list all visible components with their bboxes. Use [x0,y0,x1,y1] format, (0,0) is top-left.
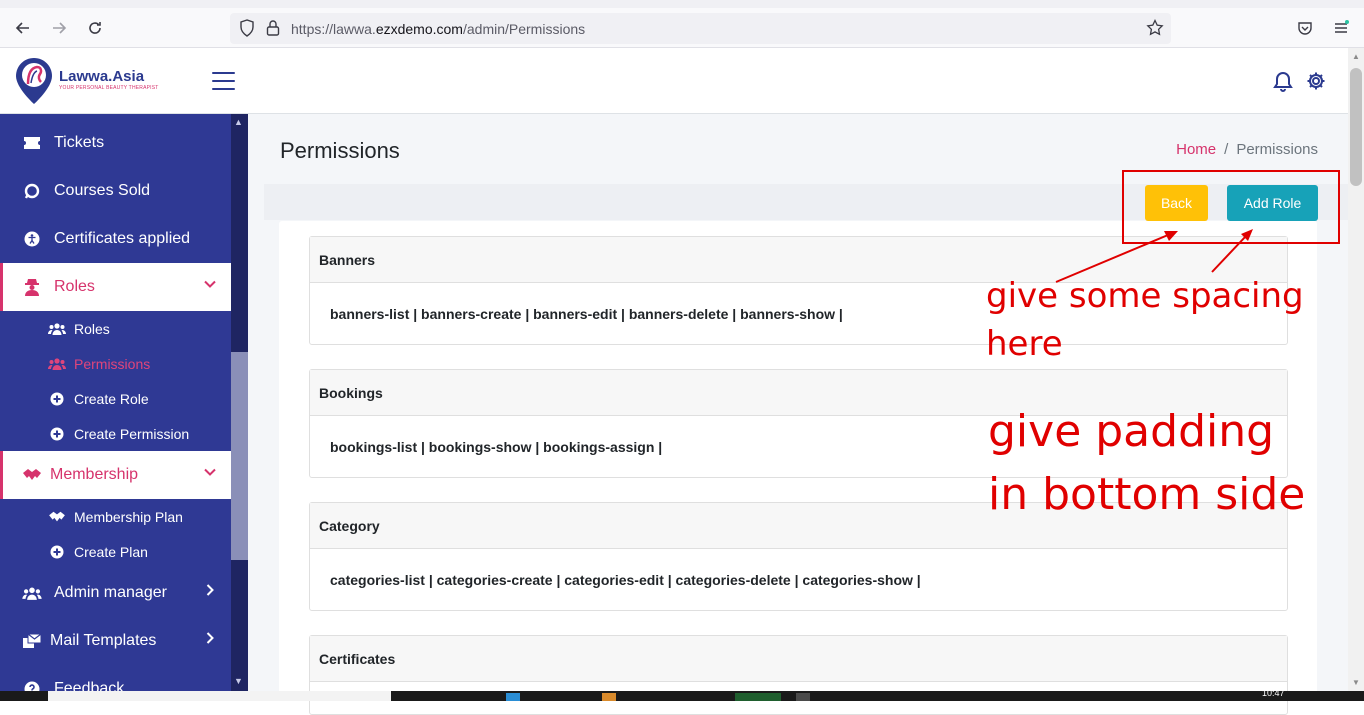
app-header: Lawwa.Asia YOUR PERSONAL BEAUTY THERAPIS… [0,48,1348,114]
menu-icon[interactable] [1330,17,1352,39]
breadcrumb: Home / Permissions [1176,141,1318,158]
sidebar-subitem-roles[interactable]: Roles [0,311,231,346]
sidebar-item-label: Mail Templates [50,632,157,649]
permission-group-title: Certificates [310,636,1287,682]
users-icon [22,583,42,603]
url-path: /admin/Permissions [462,21,586,37]
scroll-down-icon[interactable]: ▼ [234,676,243,686]
hands-icon [22,465,42,485]
breadcrumb-separator: / [1224,141,1229,158]
user-secret-icon [22,277,42,297]
ticket-icon [22,133,42,153]
sidebar-subitem-label: Create Role [74,390,149,407]
forward-arrow-icon[interactable] [48,17,70,39]
page-scrollbar[interactable]: ▲ ▼ [1348,48,1364,691]
url-text[interactable]: https://lawwa.ezxdemo.com/admin/Permissi… [291,21,585,37]
annotation-note-spacing: give some spacing here [986,272,1306,368]
sidebar-item-label: Admin manager [54,584,167,601]
sidebar-item-certificates[interactable]: Certificates applied [0,215,231,263]
taskbar-app-icon[interactable] [602,693,616,701]
annotation-line: give padding [988,406,1275,457]
taskbar-search[interactable] [48,691,391,701]
sidebar-item-courses-sold[interactable]: Courses Sold [0,167,231,215]
browser-tab-strip [0,0,1364,8]
chevron-down-icon [203,465,217,479]
hands-icon [48,508,66,526]
sidebar-subitem-label: Roles [74,320,110,337]
lock-icon[interactable] [266,19,280,41]
taskbar-app-icon[interactable] [796,693,810,701]
os-taskbar: 10:47 [0,688,1364,701]
permission-group-card: Certificates [309,635,1288,715]
plus-circle-icon [48,390,66,408]
url-host: ezxdemo.com [375,21,463,37]
sidebar-subitem-label: Membership Plan [74,508,183,525]
hamburger-icon[interactable] [212,72,235,90]
sidebar-subitem-create-permission[interactable]: Create Permission [0,416,231,451]
mail-bulk-icon [22,631,42,651]
annotation-highlight-box [1122,170,1340,244]
sidebar-item-label: Certificates applied [54,230,191,247]
address-bar[interactable]: https://lawwa.ezxdemo.com/admin/Permissi… [230,13,1171,44]
taskbar-clock: 10:47 [1262,688,1285,698]
annotation-line: in bottom side [988,469,1306,520]
page-title: Permissions [280,138,400,163]
page-scroll-thumb[interactable] [1350,68,1362,186]
star-icon[interactable] [1146,18,1164,41]
chevron-down-icon [203,277,217,291]
sidebar-subitem-permissions[interactable]: Permissions [0,346,231,381]
url-prefix: https://lawwa. [291,21,376,37]
logo-name: Lawwa.Asia [59,68,145,85]
sidebar-item-tickets[interactable]: Tickets [0,119,231,167]
breadcrumb-home-link[interactable]: Home [1176,141,1216,158]
plus-circle-icon [48,543,66,561]
browser-toolbar: https://lawwa.ezxdemo.com/admin/Permissi… [0,0,1364,48]
sidebar-item-label: Tickets [54,134,105,151]
annotation-note-padding: give padding in bottom side [988,400,1328,526]
permission-list: categories-list | categories-create | ca… [330,571,921,588]
sidebar-subitem-membership-plan[interactable]: Membership Plan [0,499,231,534]
reload-icon[interactable] [84,17,106,39]
back-arrow-icon[interactable] [12,17,34,39]
sidebar-subitem-label: Permissions [74,355,151,372]
scroll-down-icon[interactable]: ▼ [1352,678,1360,687]
chevron-right-icon [203,631,217,645]
scroll-up-icon[interactable]: ▲ [234,117,243,127]
sidebar-subitem-label: Create Plan [74,543,148,560]
gear-icon[interactable] [1306,71,1326,91]
chat-icon [22,181,42,201]
taskbar-app-icon[interactable] [506,693,520,701]
shield-icon[interactable] [239,19,255,41]
logo-tagline: YOUR PERSONAL BEAUTY THERAPIST [59,85,159,91]
sidebar-item-admin-manager[interactable]: Admin manager [0,569,231,617]
taskbar-app-icon[interactable] [735,693,781,701]
annotation-line: here [986,324,1063,364]
sidebar-scroll-thumb[interactable] [231,352,248,560]
users-icon [48,355,66,373]
sidebar: Tickets Courses Sold Certificates applie… [0,114,231,701]
sidebar-scrollbar[interactable]: ▲ ▼ [231,114,248,691]
users-icon [48,320,66,338]
sidebar-subitem-label: Create Permission [74,425,190,442]
accessibility-icon [22,229,42,249]
sidebar-subitem-create-role[interactable]: Create Role [0,381,231,416]
chevron-right-icon [203,583,217,597]
pocket-icon[interactable] [1294,17,1316,39]
bell-icon[interactable] [1272,70,1294,92]
annotation-line: give some spacing [986,276,1304,316]
sidebar-subitem-create-plan[interactable]: Create Plan [0,534,231,569]
sidebar-item-label: Roles [54,278,95,295]
breadcrumb-current: Permissions [1236,141,1318,158]
sidebar-item-membership[interactable]: Membership [0,451,231,499]
sidebar-item-label: Membership [50,466,139,483]
sidebar-item-label: Courses Sold [54,182,151,199]
sidebar-item-mail-templates[interactable]: Mail Templates [0,617,231,665]
sidebar-item-roles[interactable]: Roles [0,263,231,311]
logo-pin-icon [14,56,54,106]
scroll-up-icon[interactable]: ▲ [1352,52,1360,61]
plus-circle-icon [48,425,66,443]
